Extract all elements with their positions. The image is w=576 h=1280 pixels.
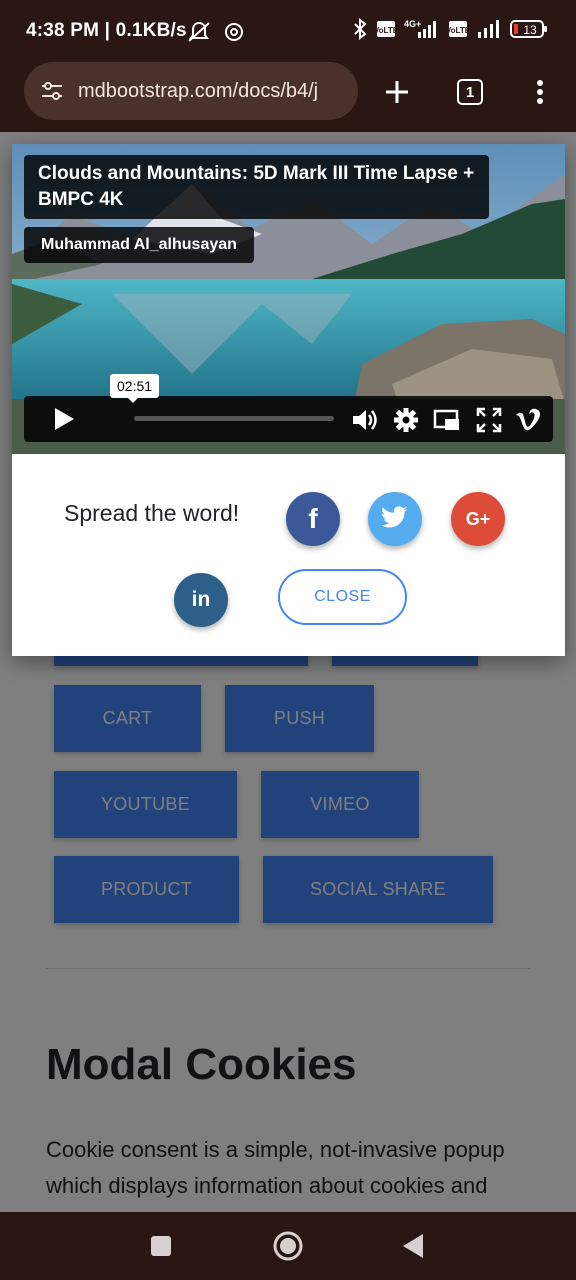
battery-icon: 13 [510, 19, 548, 39]
volte-icon: VoLTE [376, 20, 396, 38]
menu-icon[interactable] [520, 72, 560, 112]
google-plus-icon: G+ [465, 508, 491, 529]
linkedin-button[interactable]: in [174, 573, 228, 627]
system-nav-bar [0, 1212, 576, 1280]
close-button[interactable]: CLOSE [278, 569, 407, 625]
address-bar[interactable]: mdbootstrap.com/docs/b4/j [24, 62, 358, 120]
facebook-icon: f [308, 503, 318, 534]
site-settings-icon[interactable] [40, 80, 64, 102]
page-content: CART PUSH YOUTUBE VIMEO PRODUCT SOCIAL S… [0, 132, 576, 1212]
modal-social-share: Clouds and Mountains: 5D Mark III Time L… [12, 144, 565, 656]
facebook-button[interactable]: f [286, 492, 340, 546]
svg-text:4G+: 4G+ [404, 19, 421, 29]
home-icon[interactable] [270, 1228, 306, 1264]
signal-4g-icon: 4G+ [404, 18, 440, 40]
spread-text: Spread the word! [64, 500, 240, 526]
volte-icon: VoLTE [448, 20, 468, 38]
linkedin-icon: in [191, 588, 211, 611]
fullscreen-icon[interactable] [474, 405, 504, 435]
url-text[interactable]: mdbootstrap.com/docs/b4/j [78, 80, 318, 103]
recents-icon[interactable] [143, 1228, 179, 1264]
signal-icon [476, 19, 502, 39]
video-title[interactable]: Clouds and Mountains: 5D Mark III Time L… [24, 155, 489, 219]
video-author[interactable]: Muhammad Al_alhusayan [24, 227, 254, 263]
vimeo-icon[interactable] [513, 405, 543, 435]
play-icon[interactable] [34, 404, 94, 434]
status-time: 4:38 PM | 0.1KB/s [26, 20, 187, 41]
browser-toolbar: mdbootstrap.com/docs/b4/j 1 [0, 62, 576, 132]
mute-icon [186, 20, 212, 44]
new-tab-icon[interactable] [377, 72, 417, 112]
status-bar: 4:38 PM | 0.1KB/s VoLTE 4G+ VoLTE 13 [0, 0, 576, 62]
svg-text:VoLTE: VoLTE [448, 26, 468, 35]
google-plus-button[interactable]: G+ [451, 492, 505, 546]
twitter-button[interactable] [368, 492, 422, 546]
volume-icon[interactable] [350, 405, 380, 435]
vimeo-video[interactable]: Clouds and Mountains: 5D Mark III Time L… [12, 144, 565, 454]
battery-level: 13 [523, 23, 537, 37]
app-icon [224, 20, 244, 44]
tabs-icon[interactable]: 1 [450, 72, 490, 112]
back-icon[interactable] [395, 1228, 431, 1264]
pip-icon[interactable] [432, 405, 462, 435]
settings-icon[interactable] [391, 405, 421, 435]
bluetooth-icon [352, 18, 368, 40]
video-controls: 02:51 [24, 374, 553, 442]
svg-text:VoLTE: VoLTE [376, 26, 396, 35]
progress-bar[interactable] [134, 416, 334, 421]
tab-count: 1 [457, 79, 483, 105]
time-tooltip: 02:51 [110, 374, 160, 403]
twitter-icon [381, 505, 408, 533]
